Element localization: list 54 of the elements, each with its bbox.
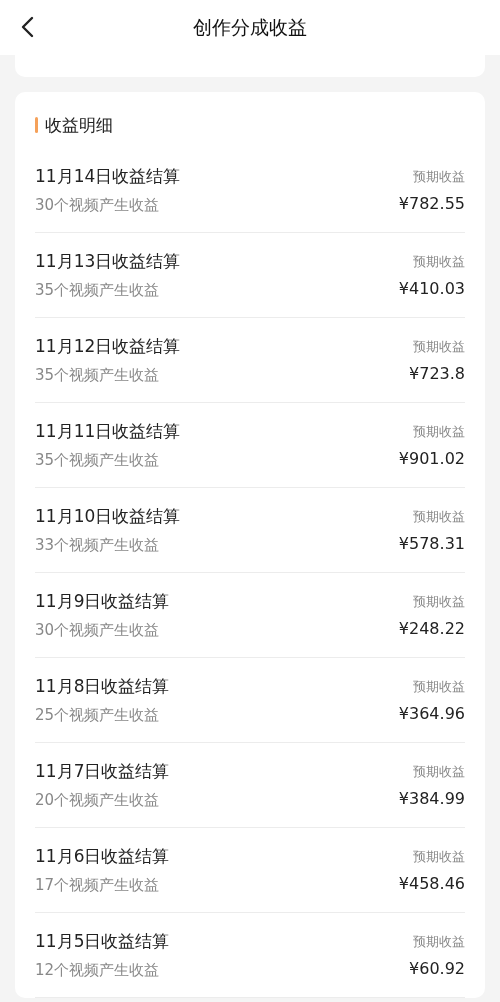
amount: ¥901.02	[398, 448, 465, 468]
amount-label: 预期收益	[413, 337, 465, 356]
amount: ¥723.8	[409, 363, 465, 383]
row-title: 11月8日收益结算	[35, 675, 170, 698]
accent-bar	[35, 117, 38, 133]
row-title: 11月9日收益结算	[35, 590, 170, 613]
amount: ¥578.31	[398, 533, 465, 553]
page-title: 创作分成收益	[193, 14, 307, 40]
row-title: 11月5日收益结算	[35, 930, 170, 953]
amount-label: 预期收益	[413, 762, 465, 781]
row-title: 11月6日收益结算	[35, 845, 170, 868]
row-subtitle: 30个视频产生收益	[35, 196, 161, 215]
amount: ¥458.46	[398, 873, 465, 893]
earnings-row[interactable]: 11月11日收益结算 35个视频产生收益 预期收益 ¥901.02	[35, 403, 465, 488]
row-subtitle: 35个视频产生收益	[35, 281, 161, 300]
row-subtitle: 35个视频产生收益	[35, 451, 161, 470]
earnings-row[interactable]: 11月12日收益结算 35个视频产生收益 预期收益 ¥723.8	[35, 318, 465, 403]
amount: ¥782.55	[398, 193, 465, 213]
row-subtitle: 20个视频产生收益	[35, 791, 161, 810]
back-icon[interactable]	[20, 16, 34, 38]
amount-label: 预期收益	[413, 422, 465, 441]
amount-label: 预期收益	[413, 252, 465, 271]
section-title: 收益明细	[45, 113, 113, 137]
amount: ¥248.22	[398, 618, 465, 638]
row-subtitle: 25个视频产生收益	[35, 706, 161, 725]
row-title: 11月12日收益结算	[35, 335, 181, 358]
amount-label: 预期收益	[413, 592, 465, 611]
row-subtitle: 12个视频产生收益	[35, 961, 161, 980]
row-title: 11月10日收益结算	[35, 505, 181, 528]
earnings-row[interactable]: 11月7日收益结算 20个视频产生收益 预期收益 ¥384.99	[35, 743, 465, 828]
amount: ¥410.03	[398, 278, 465, 298]
row-title: 11月11日收益结算	[35, 420, 181, 443]
amount: ¥384.99	[398, 788, 465, 808]
earnings-row[interactable]: 11月8日收益结算 25个视频产生收益 预期收益 ¥364.96	[35, 658, 465, 743]
amount-label: 预期收益	[413, 167, 465, 186]
amount-label: 预期收益	[413, 932, 465, 951]
row-subtitle: 33个视频产生收益	[35, 536, 161, 555]
row-title: 11月7日收益结算	[35, 760, 170, 783]
row-title: 11月13日收益结算	[35, 250, 181, 273]
earnings-row[interactable]: 11月14日收益结算 30个视频产生收益 预期收益 ¥782.55	[35, 148, 465, 233]
earnings-row[interactable]: 11月10日收益结算 33个视频产生收益 预期收益 ¥578.31	[35, 488, 465, 573]
earnings-row[interactable]: 11月9日收益结算 30个视频产生收益 预期收益 ¥248.22	[35, 573, 465, 658]
earnings-row[interactable]: 11月13日收益结算 35个视频产生收益 预期收益 ¥410.03	[35, 233, 465, 318]
row-title: 11月14日收益结算	[35, 165, 181, 188]
amount-label: 预期收益	[413, 677, 465, 696]
row-subtitle: 17个视频产生收益	[35, 876, 161, 895]
amount: ¥364.96	[398, 703, 465, 723]
row-subtitle: 35个视频产生收益	[35, 366, 161, 385]
earnings-row[interactable]: 11月5日收益结算 12个视频产生收益 预期收益 ¥60.92	[35, 913, 465, 998]
amount: ¥60.92	[409, 958, 465, 978]
amount-label: 预期收益	[413, 507, 465, 526]
earnings-row[interactable]: 11月6日收益结算 17个视频产生收益 预期收益 ¥458.46	[35, 828, 465, 913]
amount-label: 预期收益	[413, 847, 465, 866]
row-subtitle: 30个视频产生收益	[35, 621, 161, 640]
